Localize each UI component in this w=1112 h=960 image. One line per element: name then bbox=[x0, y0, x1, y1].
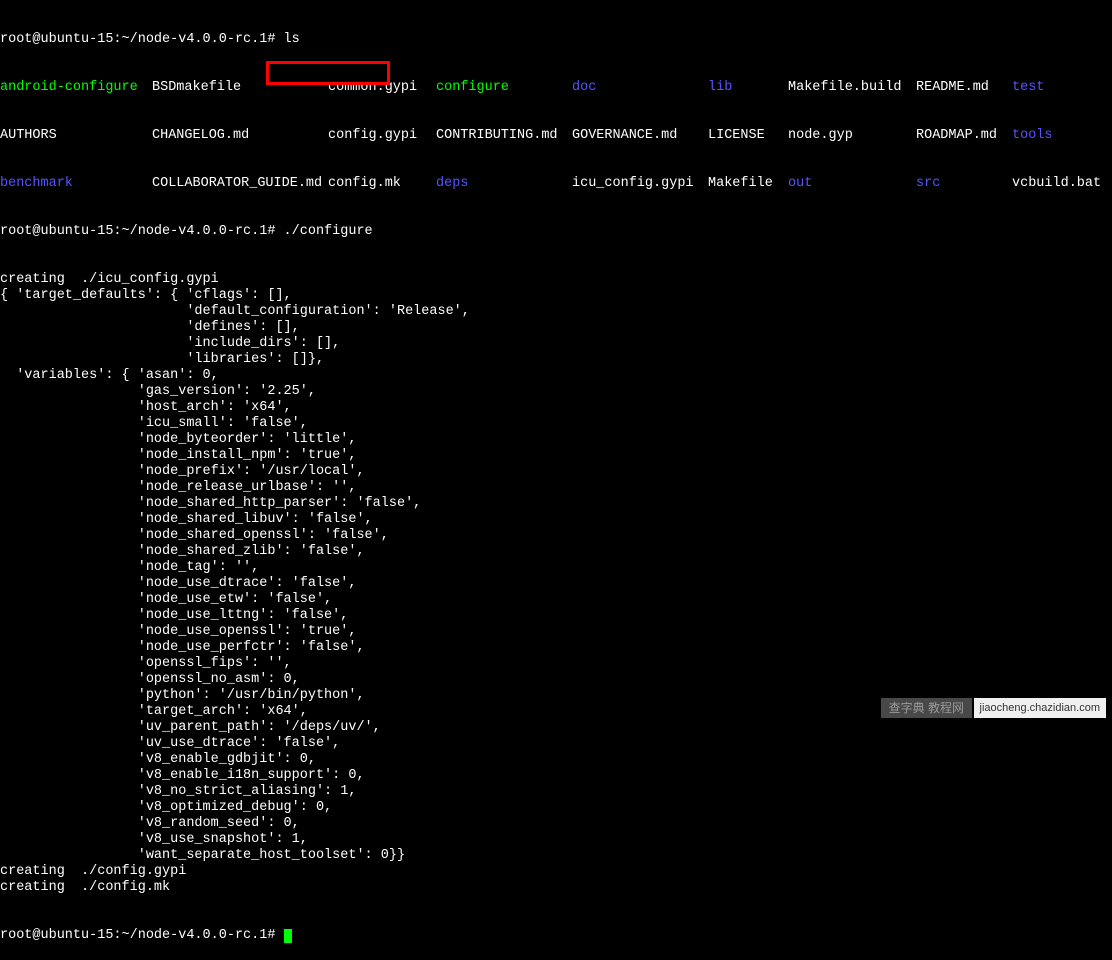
configure-output: creating ./icu_config.gypi{ 'target_defa… bbox=[0, 272, 1112, 896]
ls-output-row-2: AUTHORSCHANGELOG.mdconfig.gypiCONTRIBUTI… bbox=[0, 128, 1112, 144]
output-line: 'uv_parent_path': '/deps/uv/', bbox=[0, 720, 1112, 736]
ls-file-src: src bbox=[916, 176, 1012, 192]
ls-file-common-gypi: common.gypi bbox=[328, 80, 436, 96]
ls-output-row-1: android-configureBSDmakefilecommon.gypic… bbox=[0, 80, 1112, 96]
ls-file-configure: configure bbox=[436, 80, 572, 96]
output-line: 'uv_use_dtrace': 'false', bbox=[0, 736, 1112, 752]
output-line: 'icu_small': 'false', bbox=[0, 416, 1112, 432]
ls-file-tools: tools bbox=[1012, 128, 1112, 144]
output-line: 'openssl_fips': '', bbox=[0, 656, 1112, 672]
output-line: 'node_install_npm': 'true', bbox=[0, 448, 1112, 464]
watermark-logo: 查字典 教程网 bbox=[881, 698, 972, 718]
output-line: 'node_shared_libuv': 'false', bbox=[0, 512, 1112, 528]
prompt-text: root@ubuntu-15:~/node-v4.0.0-rc.1# bbox=[0, 928, 284, 943]
ls-file-deps: deps bbox=[436, 176, 572, 192]
prompt-line-1: root@ubuntu-15:~/node-v4.0.0-rc.1# ls bbox=[0, 32, 1112, 48]
ls-file-node-gyp: node.gyp bbox=[788, 128, 916, 144]
ls-file-authors: AUTHORS bbox=[0, 128, 152, 144]
ls-file-contributing-md: CONTRIBUTING.md bbox=[436, 128, 572, 144]
ls-file-benchmark: benchmark bbox=[0, 176, 152, 192]
output-line: creating ./icu_config.gypi bbox=[0, 272, 1112, 288]
output-line: 'node_shared_zlib': 'false', bbox=[0, 544, 1112, 560]
output-line: 'v8_random_seed': 0, bbox=[0, 816, 1112, 832]
output-line: 'v8_optimized_debug': 0, bbox=[0, 800, 1112, 816]
output-line: 'openssl_no_asm': 0, bbox=[0, 672, 1112, 688]
ls-file-android-configure: android-configure bbox=[0, 80, 152, 96]
ls-file-bsdmakefile: BSDmakefile bbox=[152, 80, 328, 96]
prompt-line-3: root@ubuntu-15:~/node-v4.0.0-rc.1# bbox=[0, 928, 1112, 944]
ls-output-row-3: benchmarkCOLLABORATOR_GUIDE.mdconfig.mkd… bbox=[0, 176, 1112, 192]
output-line: 'node_use_lttng': 'false', bbox=[0, 608, 1112, 624]
output-line: 'include_dirs': [], bbox=[0, 336, 1112, 352]
terminal-window[interactable]: root@ubuntu-15:~/node-v4.0.0-rc.1# ls an… bbox=[0, 0, 1112, 960]
ls-file-icu-config-gypi: icu_config.gypi bbox=[572, 176, 708, 192]
output-line: 'v8_no_strict_aliasing': 1, bbox=[0, 784, 1112, 800]
output-line: { 'target_defaults': { 'cflags': [], bbox=[0, 288, 1112, 304]
prompt-text: root@ubuntu-15:~/node-v4.0.0-rc.1# bbox=[0, 32, 284, 47]
ls-file-makefile-build: Makefile.build bbox=[788, 80, 916, 96]
output-line: 'node_byteorder': 'little', bbox=[0, 432, 1112, 448]
output-line: 'gas_version': '2.25', bbox=[0, 384, 1112, 400]
output-line: 'libraries': []}, bbox=[0, 352, 1112, 368]
cursor bbox=[284, 929, 292, 943]
output-line: 'host_arch': 'x64', bbox=[0, 400, 1112, 416]
output-line: 'want_separate_host_toolset': 0}} bbox=[0, 848, 1112, 864]
output-line: creating ./config.gypi bbox=[0, 864, 1112, 880]
output-line: 'node_use_openssl': 'true', bbox=[0, 624, 1112, 640]
prompt-line-2: root@ubuntu-15:~/node-v4.0.0-rc.1# ./con… bbox=[0, 224, 1112, 240]
output-line: 'v8_enable_i18n_support': 0, bbox=[0, 768, 1112, 784]
ls-file-lib: lib bbox=[708, 80, 788, 96]
ls-file-test: test bbox=[1012, 80, 1112, 96]
ls-file-readme-md: README.md bbox=[916, 80, 1012, 96]
command-ls: ls bbox=[284, 32, 300, 47]
output-line: 'v8_enable_gdbjit': 0, bbox=[0, 752, 1112, 768]
command-configure: ./configure bbox=[284, 224, 373, 239]
output-line: 'node_shared_openssl': 'false', bbox=[0, 528, 1112, 544]
prompt-text: root@ubuntu-15:~/node-v4.0.0-rc.1# bbox=[0, 224, 284, 239]
ls-file-doc: doc bbox=[572, 80, 708, 96]
output-line: 'node_shared_http_parser': 'false', bbox=[0, 496, 1112, 512]
ls-file-makefile: Makefile bbox=[708, 176, 788, 192]
ls-file-config-gypi: config.gypi bbox=[328, 128, 436, 144]
output-line: 'node_prefix': '/usr/local', bbox=[0, 464, 1112, 480]
ls-file-governance-md: GOVERNANCE.md bbox=[572, 128, 708, 144]
ls-file-vcbuild-bat: vcbuild.bat bbox=[1012, 176, 1112, 192]
ls-file-collaborator-guide-md: COLLABORATOR_GUIDE.md bbox=[152, 176, 328, 192]
output-line: 'node_use_dtrace': 'false', bbox=[0, 576, 1112, 592]
watermark-url: jiaocheng.chazidian.com bbox=[974, 698, 1106, 718]
output-line: creating ./config.mk bbox=[0, 880, 1112, 896]
output-line: 'default_configuration': 'Release', bbox=[0, 304, 1112, 320]
ls-file-config-mk: config.mk bbox=[328, 176, 436, 192]
output-line: 'node_use_etw': 'false', bbox=[0, 592, 1112, 608]
ls-file-roadmap-md: ROADMAP.md bbox=[916, 128, 1012, 144]
output-line: 'variables': { 'asan': 0, bbox=[0, 368, 1112, 384]
output-line: 'node_use_perfctr': 'false', bbox=[0, 640, 1112, 656]
output-line: 'node_release_urlbase': '', bbox=[0, 480, 1112, 496]
output-line: 'v8_use_snapshot': 1, bbox=[0, 832, 1112, 848]
ls-file-changelog-md: CHANGELOG.md bbox=[152, 128, 328, 144]
output-line: 'node_tag': '', bbox=[0, 560, 1112, 576]
output-line: 'defines': [], bbox=[0, 320, 1112, 336]
ls-file-out: out bbox=[788, 176, 916, 192]
ls-file-license: LICENSE bbox=[708, 128, 788, 144]
